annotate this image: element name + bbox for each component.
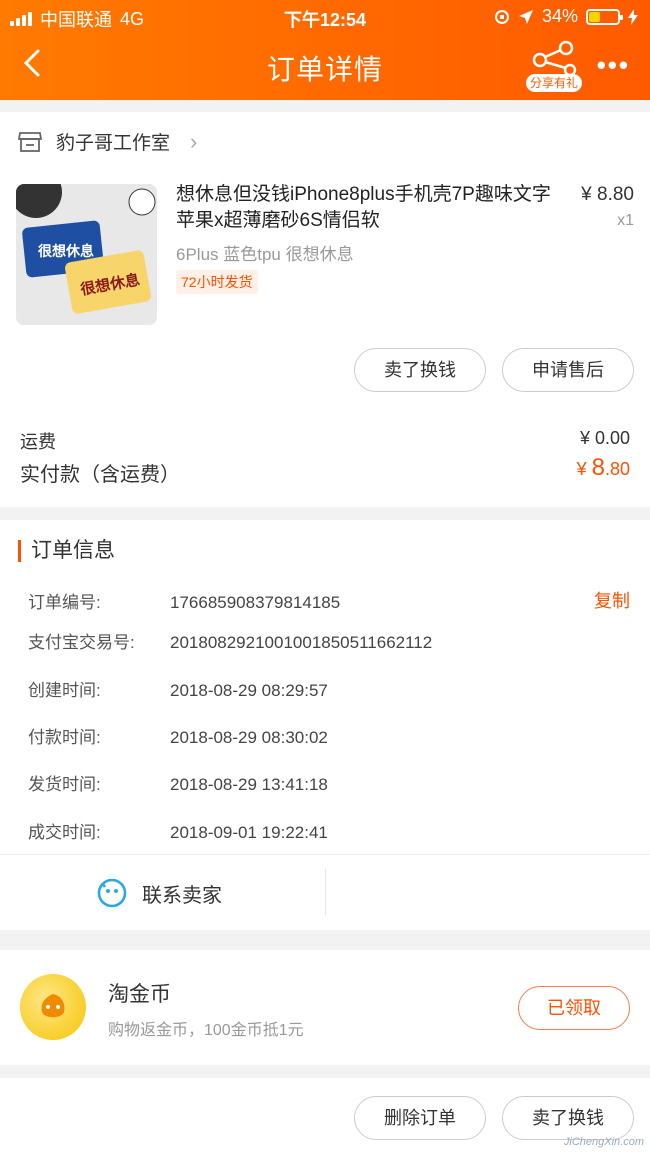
- nav-bar: 订单详情 分享有礼 •••: [0, 40, 650, 94]
- product-title[interactable]: 想休息但没钱iPhone8plus手机壳7P趣味文字苹果x超薄磨砂6S情侣软: [176, 182, 556, 234]
- share-icon: [532, 40, 577, 77]
- thumb-text-blue: 很想休息: [38, 243, 94, 260]
- watermark: JiChengXin.com: [563, 1136, 644, 1148]
- shipping-tag: 72小时发货: [176, 270, 258, 294]
- bottom-sell-button[interactable]: 卖了换钱: [502, 1096, 634, 1140]
- shipping-fee-value: ¥ 0.00: [579, 428, 630, 448]
- paid-amount-label: 实付款（含运费）: [20, 464, 180, 486]
- shop-name: 豹子哥工作室: [56, 133, 171, 154]
- contact-bar: 联系卖家: [0, 854, 650, 930]
- bottom-action-bar: 删除订单 卖了换钱 JiChengXin.com: [0, 1078, 650, 1155]
- header-bar: 中国联通 4G 下午12:54 34% 订单详情 分享有礼 •••: [0, 0, 650, 100]
- order-item-card: 豹子哥工作室 › 很想休息 很想休息 想休息但没钱iPhone8plus手机壳7…: [0, 112, 650, 507]
- shipping-fee-label: 运费: [20, 432, 56, 452]
- info-row-created: 创建时间: 2018-08-29 08:29:57: [28, 681, 328, 700]
- chevron-right-icon: ›: [190, 128, 198, 154]
- share-button[interactable]: 分享有礼: [526, 40, 582, 94]
- coin-card: 淘金币 购物返金币，100金币抵1元 已领取: [0, 950, 650, 1065]
- battery-percent: 34%: [541, 6, 578, 26]
- paid-amount-value: ¥ 8.80: [576, 454, 630, 481]
- share-label: 分享有礼: [526, 74, 582, 92]
- rotation-lock-icon: [494, 9, 509, 24]
- more-icon[interactable]: •••: [597, 50, 630, 81]
- delete-order-button[interactable]: 删除订单: [354, 1096, 486, 1140]
- product-price: ¥ 8.80: [581, 184, 634, 205]
- claimed-button[interactable]: 已领取: [518, 986, 630, 1030]
- coin-icon: [20, 974, 86, 1040]
- contact-seller-label: 联系卖家: [142, 884, 222, 907]
- chat-face-icon: [97, 878, 127, 908]
- battery-icon: [586, 8, 623, 25]
- product-qty: x1: [617, 212, 634, 229]
- product-image[interactable]: 很想休息 很想休息: [16, 184, 157, 325]
- info-row-shipped: 发货时间: 2018-08-29 13:41:18: [28, 775, 328, 794]
- shop-icon: [18, 131, 42, 152]
- contact-seller-button[interactable]: 联系卖家: [96, 877, 222, 909]
- coin-subtitle: 购物返金币，100金币抵1元: [108, 1022, 304, 1039]
- shop-row[interactable]: 豹子哥工作室 ›: [18, 128, 197, 155]
- status-bar: 中国联通 4G 下午12:54 34%: [0, 6, 650, 30]
- divider: [325, 869, 326, 915]
- info-row-order-no: 订单编号: 176685908379814185: [28, 593, 341, 612]
- charging-icon: [628, 8, 638, 25]
- product-sku: 6Plus 蓝色tpu 很想休息: [176, 245, 354, 264]
- copy-button[interactable]: 复制: [594, 587, 630, 613]
- info-row-completed: 成交时间: 2018-09-01 19:22:41: [28, 823, 328, 842]
- info-row-alipay: 支付宝交易号: 2018082921001001850511662112: [28, 633, 433, 652]
- after-sale-button[interactable]: 申请售后: [502, 348, 634, 392]
- order-info-title: 订单信息: [18, 540, 115, 562]
- sell-button[interactable]: 卖了换钱: [354, 348, 486, 392]
- order-info-card: 订单信息 订单编号: 176685908379814185 复制 支付宝交易号: 2…: [0, 520, 650, 930]
- coin-title: 淘金币: [108, 983, 171, 1006]
- info-row-paid: 付款时间: 2018-08-29 08:30:02: [28, 728, 328, 747]
- location-icon: [518, 9, 533, 24]
